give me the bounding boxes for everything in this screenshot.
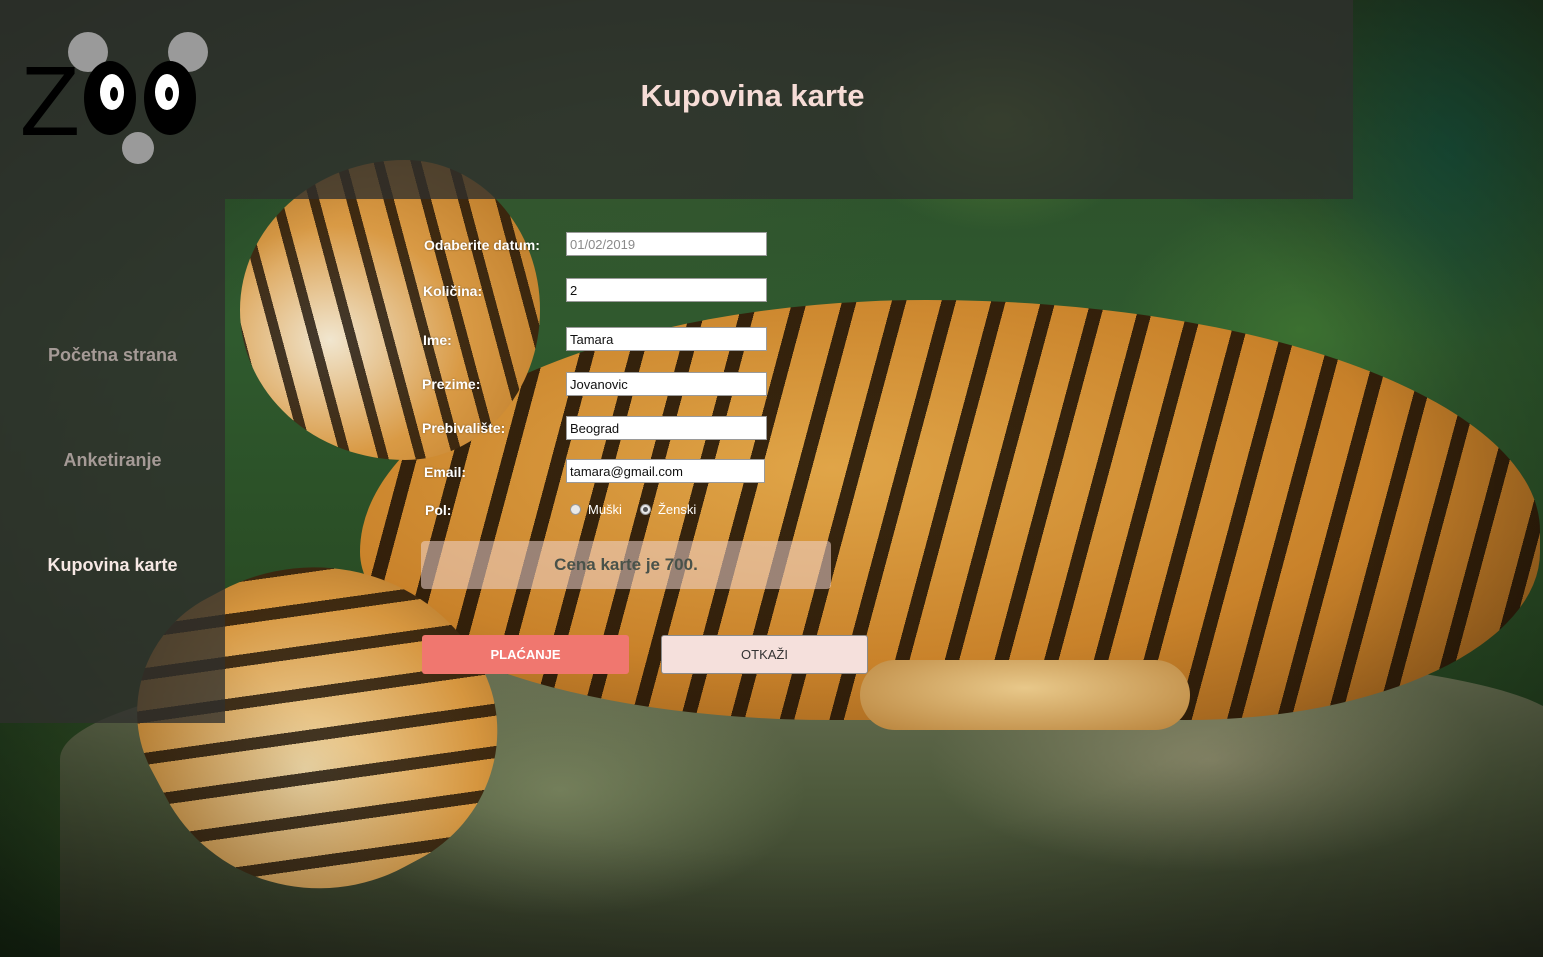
cancel-button[interactable]: OTKAŽI bbox=[661, 635, 868, 674]
email-input[interactable] bbox=[566, 459, 765, 483]
date-input[interactable] bbox=[566, 232, 767, 256]
zoo-logo[interactable]: Z bbox=[20, 30, 215, 165]
pay-button[interactable]: PLAĆANJE bbox=[422, 635, 629, 674]
page-title: Kupovina karte bbox=[640, 78, 865, 113]
gender-female-label[interactable]: Ženski bbox=[658, 502, 696, 517]
first-name-label: Ime: bbox=[423, 332, 452, 348]
price-message: Cena karte je 700. bbox=[421, 541, 831, 589]
gender-male-radio[interactable] bbox=[570, 504, 581, 515]
svg-text:Z: Z bbox=[20, 46, 80, 156]
sidebar-item-pocetna-strana[interactable]: Početna strana bbox=[0, 345, 225, 366]
date-label: Odaberite datum: bbox=[424, 237, 540, 253]
email-label: Email: bbox=[424, 464, 467, 480]
gender-male-label[interactable]: Muški bbox=[588, 502, 622, 517]
last-name-label: Prezime: bbox=[422, 376, 481, 392]
gender-radio-group: Muški Ženski bbox=[570, 502, 710, 517]
sidebar-item-kupovina-karte[interactable]: Kupovina karte bbox=[0, 555, 225, 576]
last-name-input[interactable] bbox=[566, 372, 767, 396]
gender-female-radio[interactable] bbox=[639, 504, 651, 515]
gender-label: Pol: bbox=[425, 502, 452, 518]
sidebar-item-anketiranje[interactable]: Anketiranje bbox=[0, 450, 225, 471]
quantity-input[interactable] bbox=[566, 278, 767, 302]
quantity-label: Količina: bbox=[423, 283, 483, 299]
residence-label: Prebivalište: bbox=[422, 420, 506, 436]
first-name-input[interactable] bbox=[566, 327, 767, 351]
residence-input[interactable] bbox=[566, 416, 767, 440]
